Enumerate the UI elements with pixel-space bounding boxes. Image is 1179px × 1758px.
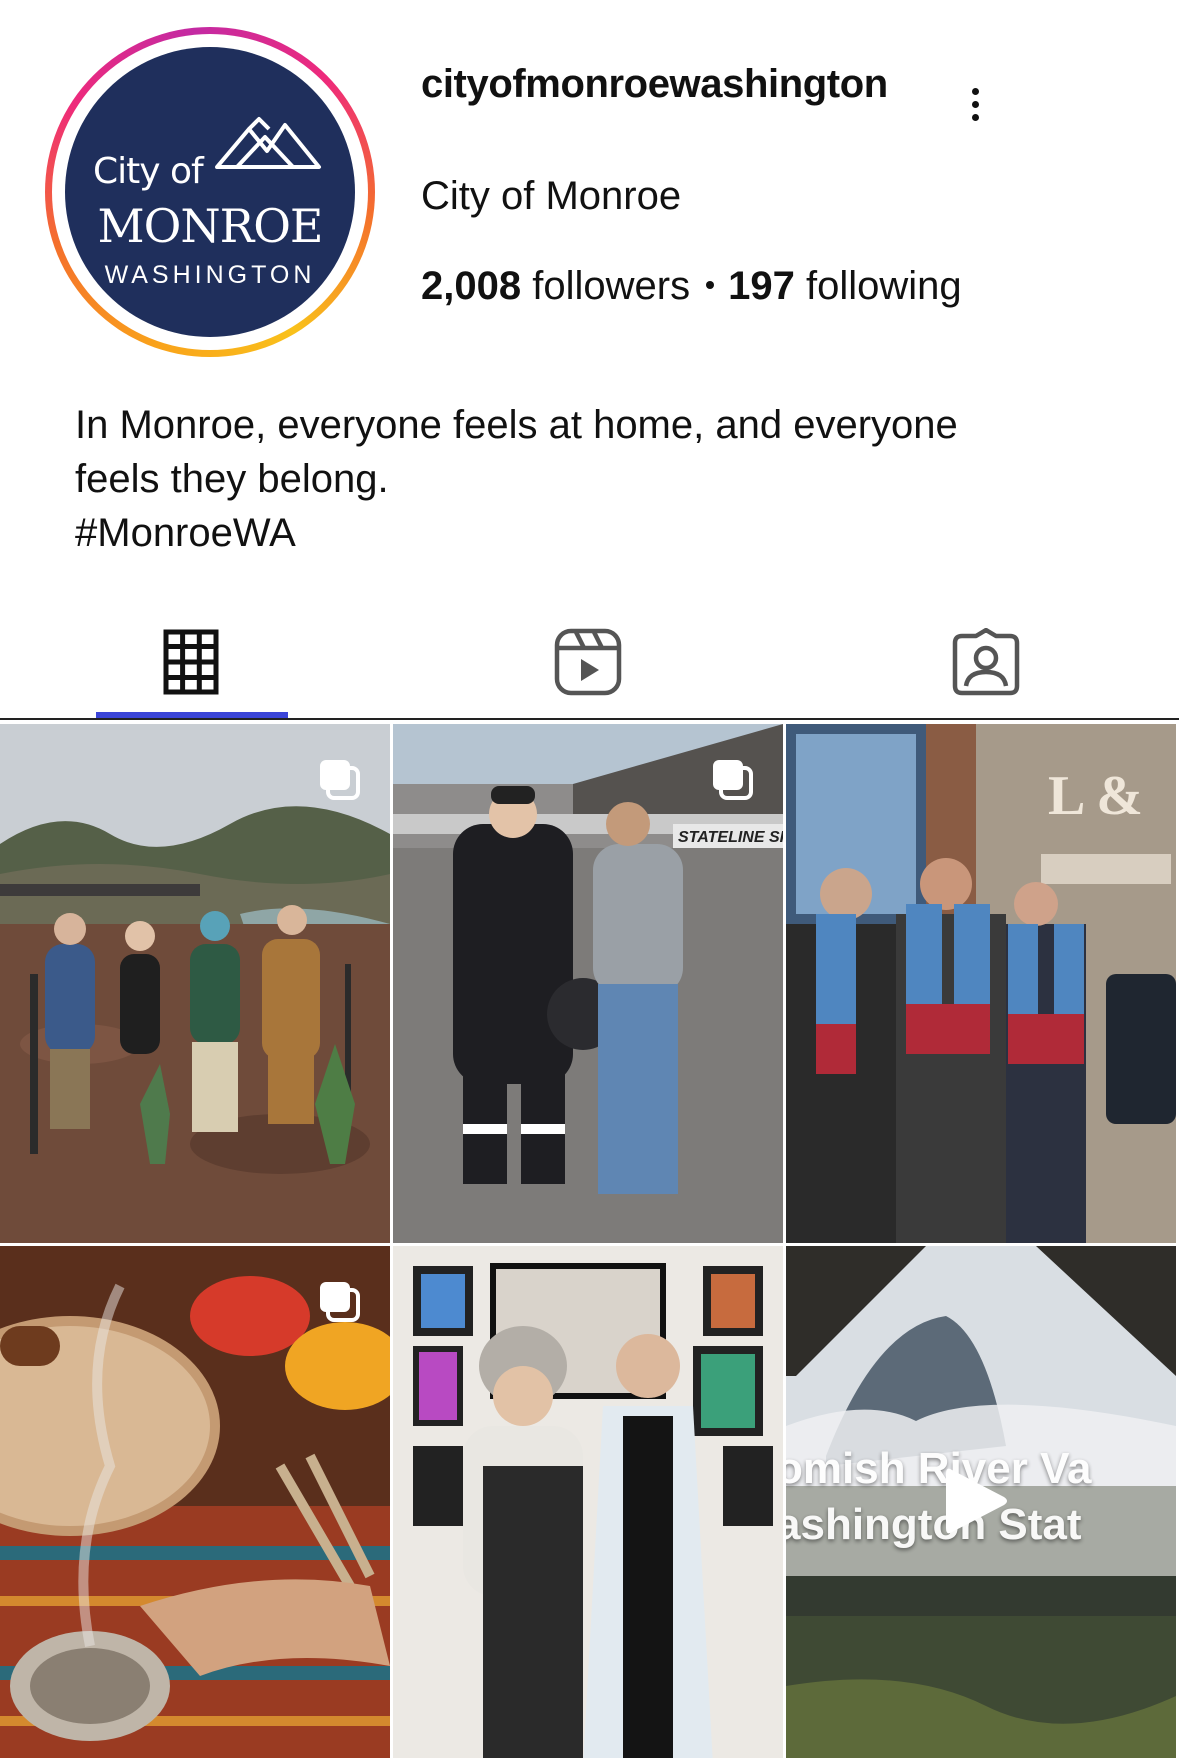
post-image-scarves: L & xyxy=(786,724,1176,1243)
logo-city-of-text: City of xyxy=(93,151,204,192)
display-name: City of Monroe xyxy=(421,174,682,218)
profile-avatar-story-ring[interactable]: City of MONROE WASHINGTON xyxy=(45,27,375,357)
tab-selected-indicator xyxy=(96,712,288,718)
followers-link[interactable]: 2,008 followers xyxy=(421,264,690,308)
mountains-logo-icon xyxy=(215,117,321,169)
bio-hashtag[interactable]: #MonroeWA xyxy=(75,506,1135,560)
post-thumbnail[interactable]: omish River Va ashington Stat xyxy=(786,1246,1176,1758)
tab-posts-grid[interactable] xyxy=(131,612,251,712)
profile-bio: In Monroe, everyone feels at home, and e… xyxy=(75,398,1135,560)
post-image-two-women xyxy=(393,1246,783,1758)
tab-tagged[interactable] xyxy=(926,612,1046,712)
post-thumbnail[interactable]: STATELINE SP xyxy=(393,724,783,1243)
multiple-posts-icon xyxy=(320,760,360,800)
following-label: following xyxy=(805,264,962,308)
reel-overlay-text: omish River Va xyxy=(786,1444,1092,1493)
posts-grid: STATELINE SP L & omish River Va ashingto… xyxy=(0,722,1179,1758)
profile-tabs xyxy=(0,600,1179,720)
followers-label: followers xyxy=(532,264,691,308)
multiple-posts-icon xyxy=(320,1282,360,1322)
post-thumbnail[interactable] xyxy=(393,1246,783,1758)
logo-monroe-text: MONROE xyxy=(97,199,324,253)
username: cityofmonroewashington xyxy=(421,62,888,106)
tagged-icon xyxy=(952,628,1020,696)
followers-count: 2,008 xyxy=(421,264,522,308)
reels-icon xyxy=(554,628,622,696)
post-thumbnail[interactable] xyxy=(0,1246,390,1758)
separator-dot xyxy=(706,281,715,290)
following-count: 197 xyxy=(728,264,795,308)
bio-line: feels they belong. xyxy=(75,457,389,501)
grid-icon xyxy=(163,629,219,695)
multiple-posts-icon xyxy=(713,760,753,800)
logo-washington-text: WASHINGTON xyxy=(104,261,316,289)
more-options-icon[interactable] xyxy=(960,84,990,134)
profile-stats: 2,008 followers 197 following xyxy=(421,264,962,309)
post-thumbnail[interactable] xyxy=(0,724,390,1243)
tab-reels[interactable] xyxy=(528,612,648,712)
sign-text: STATELINE SP xyxy=(678,829,783,846)
following-link[interactable]: 197 following xyxy=(728,264,962,308)
sign-text: L & xyxy=(1048,765,1143,827)
profile-header: City of MONROE WASHINGTON cityofmonroewa… xyxy=(0,0,1179,360)
avatar: City of MONROE WASHINGTON xyxy=(65,47,355,337)
reel-overlay-text: ashington Stat xyxy=(786,1500,1082,1549)
play-icon xyxy=(946,1468,1007,1534)
bio-line: In Monroe, everyone feels at home, and e… xyxy=(75,403,958,447)
post-thumbnail[interactable]: L & xyxy=(786,724,1176,1243)
